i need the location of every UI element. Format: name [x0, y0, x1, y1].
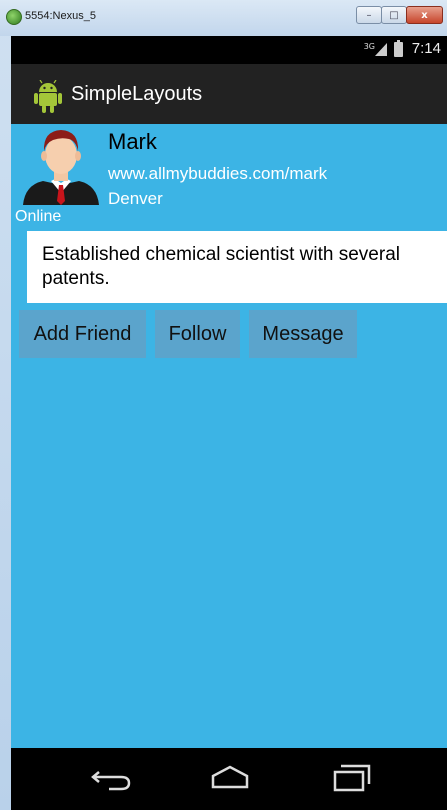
recents-icon[interactable]	[329, 762, 373, 792]
home-icon[interactable]	[207, 764, 253, 790]
avatar	[23, 130, 99, 205]
signal-icon	[375, 43, 387, 56]
add-friend-button[interactable]: Add Friend	[19, 310, 146, 358]
message-button[interactable]: Message	[249, 310, 357, 358]
navigation-bar	[11, 748, 447, 810]
battery-icon	[394, 40, 403, 57]
close-button[interactable]: x	[406, 6, 443, 24]
emulator-window: 5554:Nexus_5 – □ x 3G 7:14 SimpleLayouts…	[0, 0, 447, 810]
profile-city: Denver	[108, 189, 163, 208]
phone-screen: 3G 7:14 SimpleLayouts Mark www.allmybudd…	[11, 36, 447, 810]
maximize-button[interactable]: □	[381, 6, 407, 24]
online-status: Online	[15, 208, 62, 225]
bio-text: Established chemical scientist with seve…	[42, 244, 400, 289]
status-bar: 3G 7:14	[11, 36, 447, 64]
network-type: 3G	[363, 42, 375, 51]
android-icon[interactable]	[33, 80, 63, 114]
status-time: 7:14	[411, 40, 441, 57]
action-bar: SimpleLayouts	[11, 64, 447, 124]
profile-name: Mark	[108, 129, 157, 154]
profile-url[interactable]: www.allmybuddies.com/mark	[108, 164, 327, 184]
back-icon[interactable]	[89, 766, 135, 792]
minimize-button[interactable]: –	[356, 6, 382, 24]
app-title: SimpleLayouts	[71, 83, 203, 105]
emulator-app-icon	[6, 9, 22, 25]
window-title: 5554:Nexus_5	[25, 10, 96, 22]
bio-box: Established chemical scientist with seve…	[27, 231, 447, 303]
window-titlebar[interactable]: 5554:Nexus_5 – □ x	[0, 0, 447, 36]
follow-button[interactable]: Follow	[155, 310, 240, 358]
